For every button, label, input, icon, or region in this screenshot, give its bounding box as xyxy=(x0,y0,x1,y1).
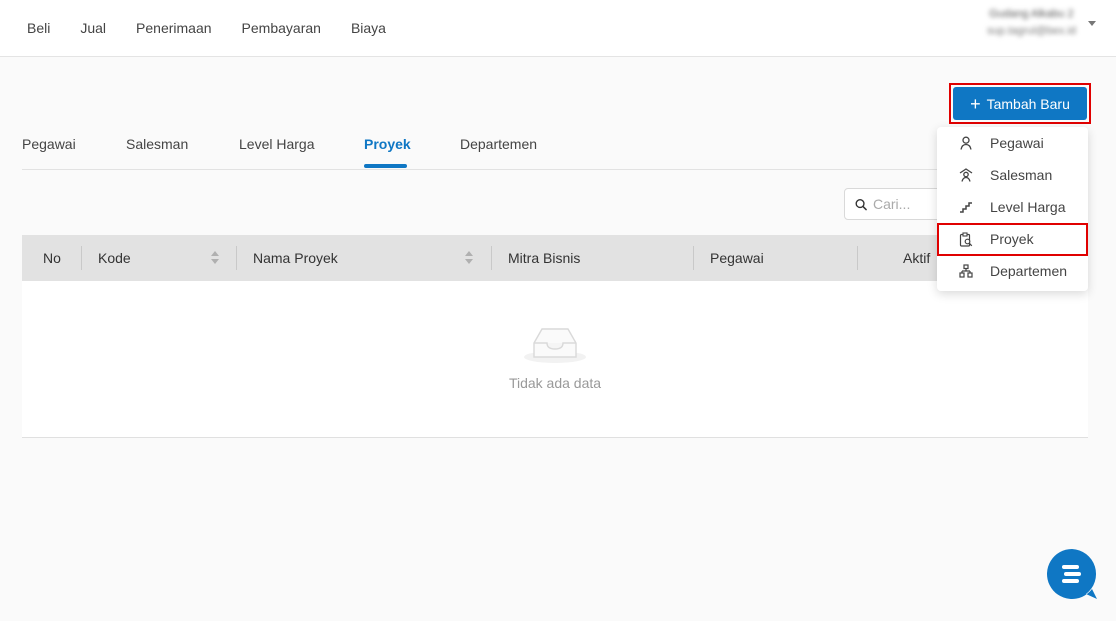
tab-proyek[interactable]: Proyek xyxy=(364,136,411,152)
top-nav: Beli Jual Penerimaan Pembayaran Biaya xyxy=(12,0,401,56)
stairs-icon xyxy=(958,199,974,215)
nav-item-biaya[interactable]: Biaya xyxy=(336,20,401,36)
column-header-pegawai: Pegawai xyxy=(710,250,764,266)
chat-icon xyxy=(1062,565,1081,583)
project-clipboard-icon xyxy=(958,231,974,247)
tab-bar: Pegawai Salesman Level Harga Proyek Depa… xyxy=(22,124,1088,170)
tab-level-harga[interactable]: Level Harga xyxy=(239,136,315,152)
dropdown-item-label: Proyek xyxy=(990,231,1034,247)
chat-button[interactable] xyxy=(1046,548,1098,600)
table-header: No Kode Nama Proyek Mitra Bisnis Pegawai… xyxy=(22,235,1088,281)
column-header-mitra-bisnis: Mitra Bisnis xyxy=(508,250,581,266)
dropdown-item-label: Salesman xyxy=(990,167,1053,183)
dropdown-item-proyek[interactable]: Proyek xyxy=(937,223,1088,255)
nav-item-beli[interactable]: Beli xyxy=(12,20,65,36)
user-menu[interactable]: Gudang Alkabu 2 sup.tagrul@bex.id xyxy=(987,8,1096,37)
user-icon xyxy=(958,135,974,151)
plus-icon: + xyxy=(970,93,981,114)
sort-icon[interactable] xyxy=(465,251,473,265)
user-name: Gudang Alkabu 2 xyxy=(989,8,1074,20)
column-header-nama-proyek[interactable]: Nama Proyek xyxy=(253,235,338,281)
empty-inbox-icon xyxy=(524,328,586,363)
dropdown-item-label: Departemen xyxy=(990,263,1068,279)
dropdown-item-departemen[interactable]: Departemen xyxy=(937,255,1088,287)
nav-item-jual[interactable]: Jual xyxy=(65,20,121,36)
active-tab-indicator xyxy=(364,164,407,168)
column-separator xyxy=(236,246,237,270)
dropdown-item-label: Pegawai xyxy=(990,135,1044,151)
tab-salesman[interactable]: Salesman xyxy=(126,136,188,152)
column-separator xyxy=(693,246,694,270)
dropdown-item-label: Level Harga xyxy=(990,199,1066,215)
column-header-no: No xyxy=(43,250,61,266)
search-icon xyxy=(855,198,867,210)
user-email: sup.tagrul@bex.id xyxy=(987,25,1076,37)
column-separator xyxy=(81,246,82,270)
top-bar: Beli Jual Penerimaan Pembayaran Biaya Gu… xyxy=(0,0,1116,57)
tab-pegawai[interactable]: Pegawai xyxy=(22,136,76,152)
dropdown-item-level-harga[interactable]: Level Harga xyxy=(937,191,1088,223)
user-info: Gudang Alkabu 2 sup.tagrul@bex.id xyxy=(987,8,1076,37)
column-separator xyxy=(491,246,492,270)
column-separator xyxy=(857,246,858,270)
nav-item-penerimaan[interactable]: Penerimaan xyxy=(121,20,227,36)
tab-departemen[interactable]: Departemen xyxy=(460,136,537,152)
empty-state-text: Tidak ada data xyxy=(508,375,602,391)
dropdown-item-salesman[interactable]: Salesman xyxy=(937,159,1088,191)
salesman-icon xyxy=(958,167,974,183)
table-body: Tidak ada data xyxy=(22,281,1088,438)
add-new-button-label: Tambah Baru xyxy=(986,95,1070,112)
org-chart-icon xyxy=(958,263,974,279)
dropdown-item-pegawai[interactable]: Pegawai xyxy=(937,127,1088,159)
nav-item-pembayaran[interactable]: Pembayaran xyxy=(227,20,336,36)
column-header-kode[interactable]: Kode xyxy=(98,235,131,281)
add-new-button[interactable]: + Tambah Baru xyxy=(953,87,1087,120)
caret-down-icon[interactable] xyxy=(1088,21,1096,26)
column-header-aktif: Aktif xyxy=(903,250,931,266)
add-new-dropdown: Pegawai Salesman Level Harga Proyek Depa… xyxy=(937,127,1088,291)
sort-icon[interactable] xyxy=(211,251,219,265)
